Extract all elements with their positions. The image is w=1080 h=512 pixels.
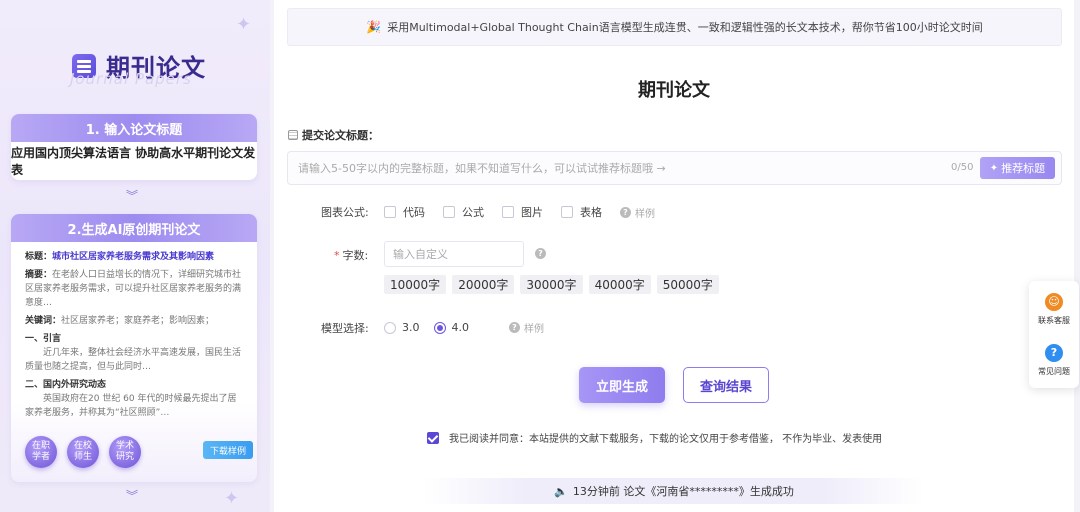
step1-header: 1. 输入论文标题 — [11, 114, 257, 142]
party-icon: 🎉 — [366, 20, 382, 34]
ticker-text: 13分钟前 论文《河南省*********》生成成功 — [572, 485, 794, 498]
sample-abstract-label: 摘要： — [25, 270, 53, 280]
step1-card: 1. 输入论文标题 应用国内顶尖算法语言 协助高水平期刊论文发表 — [11, 114, 257, 180]
page-title: 期刊论文 — [638, 80, 710, 101]
sample-paper-preview: 标题：城市社区居家养老服务需求及其影响因素 摘要：在老龄人口日益增长的情况下，详… — [11, 242, 257, 428]
charts-label: 图表公式: — [321, 206, 369, 219]
wordcount-input[interactable] — [384, 241, 524, 267]
radio[interactable] — [384, 321, 396, 334]
wordcount-help[interactable]: ? — [535, 248, 550, 259]
generate-button[interactable]: 立即生成 — [579, 367, 665, 403]
wordcount-chip[interactable]: 40000字 — [588, 275, 651, 294]
option-table[interactable]: 表格 — [561, 204, 602, 220]
checkbox[interactable] — [384, 206, 396, 218]
chart-sample-hint[interactable]: ? 样例 — [620, 205, 655, 220]
title-input-container: 0/50 ✦ 推荐标题 — [287, 151, 1062, 185]
wordcount-label: * 字数: — [334, 249, 369, 262]
step2-card: 2.生成AI原创期刊论文 标题：城市社区居家养老服务需求及其影响因素 摘要：在老… — [11, 214, 257, 482]
sample-keywords-value: 社区居家养老；家庭养老；影响因素； — [61, 316, 215, 326]
left-panel: ✦ ✦ 期刊论文 Journal Papers 1. 输入论文标题 应用国内顶尖… — [0, 0, 270, 512]
model-option-4[interactable]: 4.0 — [433, 321, 469, 334]
chart-options: 代码 公式 图片 表格 ? 样例 — [384, 204, 655, 220]
option-formula[interactable]: 公式 — [443, 204, 484, 220]
brand-subtitle: Journal Papers — [70, 70, 192, 88]
badge-research: 学术 研究 — [109, 436, 141, 468]
sparkle-icon: ✦ — [224, 488, 240, 509]
model-option-3[interactable]: 3.0 — [384, 321, 420, 334]
badge-scholar: 在职 学者 — [25, 436, 57, 468]
sample-section2-title: 二、国内外研究动态 — [25, 380, 107, 390]
main-panel: 🎉 采用Multimodal+Global Thought Chain语言模型生… — [274, 0, 1074, 512]
badge-student: 在校 师生 — [67, 436, 99, 468]
wordcount-chip[interactable]: 10000字 — [384, 275, 447, 294]
generation-ticker: 🔈 13分钟前 论文《河南省*********》生成成功 — [424, 478, 924, 504]
agreement-text: 我已阅读并同意：本站提供的文献下载服务，下载的论文仅用于参考借鉴， 不作为毕业、… — [449, 434, 883, 445]
question-icon: ? — [1045, 344, 1063, 362]
query-results-button[interactable]: 查询结果 — [683, 367, 769, 403]
chevron-down-icon: ︾ — [126, 189, 139, 203]
sample-keywords-label: 关键词： — [25, 316, 62, 326]
sparkle-icon: ✦ — [989, 162, 999, 174]
model-label: 模型选择: — [321, 322, 369, 335]
step1-body: 应用国内顶尖算法语言 协助高水平期刊论文发表 — [11, 146, 256, 177]
wordcount-presets: 10000字 20000字 30000字 40000字 50000字 — [384, 275, 719, 294]
sample-abstract-value: 在老龄人口日益增长的情况下，详细研究城市社区居家养老服务需求，可以提升社区居家养… — [25, 270, 242, 308]
floating-help-panel: ☺ 联系客服 ? 常见问题 — [1029, 281, 1079, 388]
audience-badges: 在职 学者 在校 师生 学术 研究 — [25, 436, 141, 468]
checkbox[interactable] — [502, 206, 514, 218]
wordcount-chip[interactable]: 50000字 — [656, 275, 719, 294]
contact-service-label: 联系客服 — [1038, 316, 1070, 325]
sample-section2-text: 英国政府在20 世纪 60 年代的时候最先提出了居家养老服务，并称其为“社区照顾… — [25, 394, 237, 418]
wordcount-chip[interactable]: 30000字 — [520, 275, 583, 294]
model-sample-hint[interactable]: ? 样例 — [509, 320, 544, 335]
recommend-title-button[interactable]: ✦ 推荐标题 — [980, 157, 1055, 179]
sample-title-label: 标题： — [25, 252, 53, 262]
radio-selected[interactable] — [433, 321, 446, 334]
checkbox[interactable] — [443, 206, 455, 218]
sample-section1-text: 近几年来，整体社会经济水平高速发展，国民生活质量也随之提高，但与此同时… — [25, 348, 242, 372]
speaker-icon: 🔈 — [554, 484, 568, 498]
title-input[interactable] — [298, 152, 918, 184]
option-image[interactable]: 图片 — [502, 204, 543, 220]
promo-banner: 🎉 采用Multimodal+Global Thought Chain语言模型生… — [287, 8, 1062, 46]
wordcount-chip[interactable]: 20000字 — [452, 275, 515, 294]
download-sample-button[interactable]: 下载样例 — [203, 441, 253, 459]
title-char-counter: 0/50 — [951, 162, 974, 173]
checkbox[interactable] — [561, 206, 573, 218]
step2-header: 2.生成AI原创期刊论文 — [11, 214, 257, 242]
agreement: 我已阅读并同意：本站提供的文献下载服务，下载的论文仅用于参考借鉴， 不作为毕业、… — [427, 430, 882, 445]
note-icon — [288, 130, 298, 140]
faq[interactable]: ? 常见问题 — [1029, 344, 1079, 377]
chevron-down-icon: ︾ — [126, 489, 139, 503]
headset-icon: ☺ — [1045, 293, 1063, 311]
help-icon: ? — [620, 206, 631, 218]
banner-text: 采用Multimodal+Global Thought Chain语言模型生成连… — [387, 21, 983, 34]
agree-checkbox[interactable] — [427, 431, 439, 444]
help-icon: ? — [535, 248, 546, 259]
option-code[interactable]: 代码 — [384, 204, 425, 220]
contact-service[interactable]: ☺ 联系客服 — [1029, 293, 1079, 326]
help-icon: ? — [509, 322, 520, 333]
faq-label: 常见问题 — [1038, 367, 1070, 376]
sparkle-icon: ✦ — [236, 14, 252, 35]
title-field-label: 提交论文标题： — [288, 127, 379, 143]
sample-title-value: 城市社区居家养老服务需求及其影响因素 — [52, 252, 215, 262]
model-options: 3.0 4.0 ? 样例 — [384, 320, 544, 335]
sample-section1-title: 一、引言 — [25, 334, 62, 344]
